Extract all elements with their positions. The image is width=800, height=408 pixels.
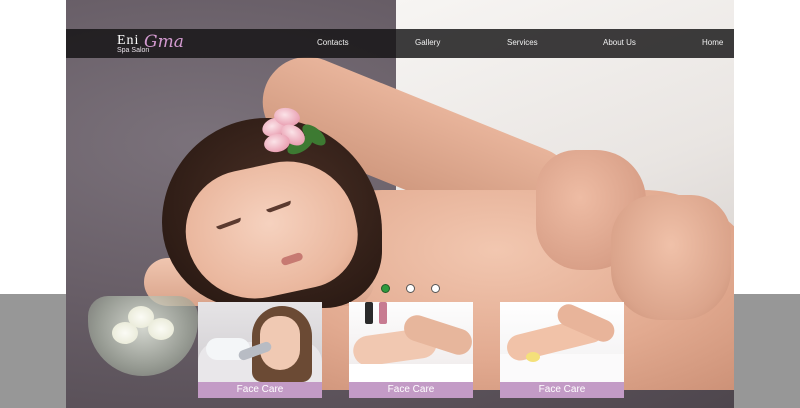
flower-decoration	[256, 105, 330, 160]
slider-dot-2[interactable]	[406, 284, 415, 293]
service-card-2[interactable]: Face Care	[349, 302, 473, 398]
slider-dot-1[interactable]	[381, 284, 390, 293]
service-card-3[interactable]: Face Care	[500, 302, 624, 398]
service-card-title[interactable]: Face Care	[349, 382, 473, 398]
slider-dot-3[interactable]	[431, 284, 440, 293]
nav-link-services[interactable]: Services	[507, 38, 538, 47]
facial-treatment-image	[198, 302, 322, 382]
pedicure-image	[500, 302, 624, 382]
nav-link-about-us[interactable]: About Us	[603, 38, 636, 47]
service-card-title[interactable]: Face Care	[500, 382, 624, 398]
manicure-image	[349, 302, 473, 382]
brand-name-part2: Gma	[144, 32, 184, 52]
nav-link-home[interactable]: Home	[702, 38, 723, 47]
service-card-1[interactable]: Face Care	[198, 302, 322, 398]
top-navigation-bar: Eni Spa Salon Gma Contacts Gallery Servi…	[66, 29, 734, 58]
nav-link-gallery[interactable]: Gallery	[415, 38, 440, 47]
service-card-title[interactable]: Face Care	[198, 382, 322, 398]
nav-link-contacts[interactable]: Contacts	[317, 38, 349, 47]
